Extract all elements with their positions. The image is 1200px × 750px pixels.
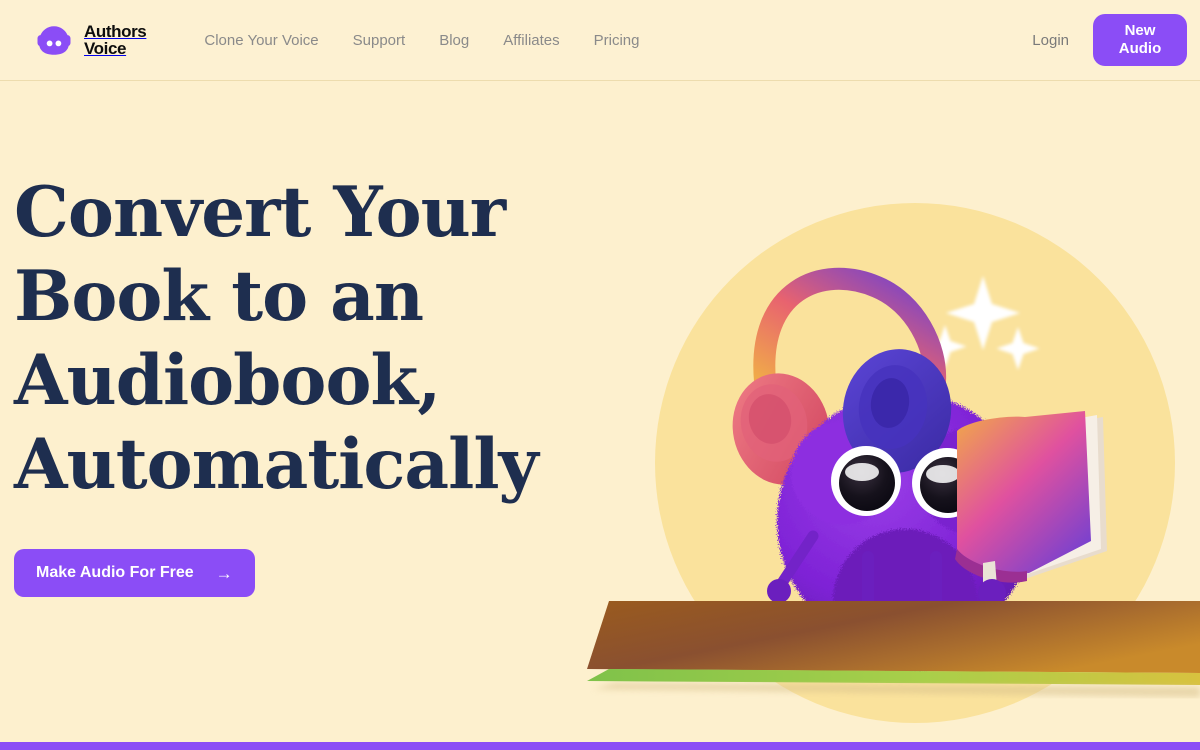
new-audio-button[interactable]: New Audio [1093, 14, 1187, 66]
hero-illustration [585, 81, 1200, 742]
page-title-line-1: Convert Your [14, 172, 506, 253]
brand-logo[interactable]: Authors Voice [34, 21, 147, 59]
new-audio-button-line1: New [1124, 22, 1156, 39]
cta-label: Make Audio For Free [36, 564, 194, 581]
hero-section: Convert Your Book to an Audiobook, Autom… [0, 81, 1200, 742]
primary-nav: Clone Your Voice Support Blog Affiliates… [204, 32, 639, 49]
page-title: Convert Your Book to an Audiobook, Autom… [14, 171, 574, 507]
new-audio-button-line2: Audio [1118, 40, 1162, 57]
nav-item-affiliates[interactable]: Affiliates [503, 32, 559, 49]
hero-copy: Convert Your Book to an Audiobook, Autom… [14, 171, 574, 597]
page-title-line-3: Audiobook, [14, 340, 441, 421]
headphone-blob-logo-icon [37, 26, 71, 55]
nav-item-pricing[interactable]: Pricing [594, 32, 640, 49]
page-title-line-4: Automatically [14, 424, 539, 505]
header-actions: Login New Audio [1032, 14, 1200, 66]
brand-name-line2: Voice [84, 39, 127, 58]
landing-page: Authors Voice Clone Your Voice Support B… [0, 0, 1200, 750]
monster-illustration-graphic [587, 203, 1200, 723]
bottom-accent-bar [0, 742, 1200, 750]
site-header: Authors Voice Clone Your Voice Support B… [0, 0, 1200, 81]
brand-name: Authors Voice [84, 22, 147, 58]
nav-item-clone-your-voice[interactable]: Clone Your Voice [204, 32, 318, 49]
nav-item-blog[interactable]: Blog [439, 32, 469, 49]
nav-item-support[interactable]: Support [353, 32, 406, 49]
arrow-right-icon: → [215, 563, 233, 583]
login-link[interactable]: Login [1032, 32, 1069, 49]
make-audio-for-free-button[interactable]: Make Audio For Free → [14, 549, 255, 597]
brand-name-line1: Authors [84, 22, 147, 41]
page-title-line-2: Book to an [14, 256, 424, 337]
desk-platform [587, 601, 1200, 697]
